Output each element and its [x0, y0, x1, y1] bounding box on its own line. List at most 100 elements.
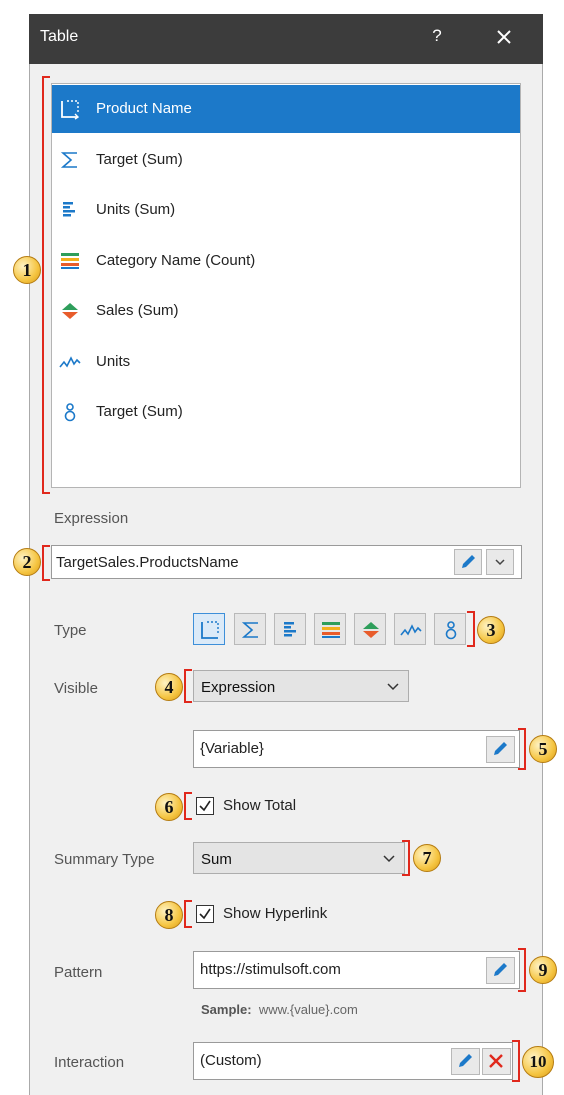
columns-list[interactable]: Product Name Target (Sum) Units (Sum) Ca…	[51, 83, 521, 488]
checkbox-box[interactable]	[196, 797, 214, 815]
summary-type-select[interactable]: Sum	[193, 842, 405, 874]
edit-expression-button[interactable]	[454, 549, 482, 575]
annotation-badge-10: 10	[522, 1046, 554, 1078]
bars-icon	[63, 202, 75, 217]
show-hyperlink-label: Show Hyperlink	[223, 905, 328, 922]
list-item-target-sum[interactable]: Target (Sum)	[52, 136, 520, 184]
annotation-badge-5: 5	[529, 735, 557, 763]
annotation-badge-9: 9	[529, 956, 557, 984]
close-icon	[497, 30, 511, 44]
annotation-bracket-4	[184, 669, 192, 703]
dimension-icon	[61, 100, 80, 120]
type-bars-button[interactable]	[274, 613, 306, 645]
annotation-bracket-5	[518, 728, 526, 770]
annotation-bracket-6	[184, 792, 192, 820]
bars-icon	[284, 622, 296, 637]
type-label: Type	[54, 622, 87, 639]
pattern-input[interactable]: https://stimulsoft.com	[193, 951, 520, 989]
sum-icon	[60, 152, 77, 168]
sample-label: Sample:	[201, 1002, 252, 1017]
pencil-icon	[459, 1054, 472, 1067]
bullet-icon	[445, 621, 457, 640]
list-item-units-sum[interactable]: Units (Sum)	[52, 186, 520, 234]
edit-interaction-button[interactable]	[451, 1048, 480, 1075]
sparkline-icon	[59, 356, 81, 368]
pencil-icon	[462, 555, 475, 568]
type-color-bars-button[interactable]	[314, 613, 346, 645]
list-item-label: Target (Sum)	[96, 151, 183, 168]
title-bar: Table ?	[29, 14, 543, 64]
clear-interaction-button[interactable]	[482, 1048, 511, 1075]
annotation-bracket-9	[518, 948, 526, 992]
visible-select[interactable]: Expression	[193, 670, 409, 702]
pencil-icon	[494, 742, 507, 755]
up-down-arrows-icon	[62, 303, 78, 319]
annotation-bracket-7	[402, 840, 410, 876]
list-item-sales-sum[interactable]: Sales (Sum)	[52, 287, 520, 335]
pattern-value: https://stimulsoft.com	[200, 961, 341, 978]
visible-selected-value: Expression	[201, 679, 276, 696]
annotation-badge-7: 7	[413, 844, 441, 872]
show-hyperlink-checkbox[interactable]: Show Hyperlink	[196, 905, 356, 925]
edit-pattern-button[interactable]	[486, 957, 515, 984]
type-sum-button[interactable]	[234, 613, 266, 645]
interaction-input[interactable]: (Custom)	[193, 1042, 513, 1080]
sample-value: www.{value}.com	[258, 1002, 358, 1017]
chevron-down-icon	[387, 683, 399, 691]
sparkline-icon	[400, 624, 422, 636]
list-item-target-sum-2[interactable]: Target (Sum)	[52, 388, 520, 436]
checkbox-box[interactable]	[196, 905, 214, 923]
pencil-icon	[494, 963, 507, 976]
pattern-sample: Sample: www.{value}.com	[201, 1002, 358, 1017]
expression-value: TargetSales.ProductsName	[56, 554, 239, 571]
visible-variable-value: {Variable}	[200, 740, 264, 757]
annotation-badge-3: 3	[477, 616, 505, 644]
annotation-bracket-1	[42, 76, 50, 494]
chevron-down-icon	[383, 855, 395, 863]
window-title: Table	[40, 28, 79, 45]
interaction-value: (Custom)	[200, 1052, 262, 1069]
checkmark-icon	[199, 908, 211, 920]
type-dimension-button[interactable]	[193, 613, 225, 645]
list-item-label: Product Name	[96, 100, 192, 117]
list-item-product-name[interactable]: Product Name	[52, 85, 520, 133]
expression-dropdown-button[interactable]	[486, 549, 514, 575]
summary-type-selected-value: Sum	[201, 851, 232, 868]
annotation-badge-8: 8	[155, 901, 183, 929]
annotation-bracket-8	[184, 900, 192, 928]
bullet-icon	[64, 403, 76, 422]
list-item-label: Units (Sum)	[96, 201, 176, 218]
dimension-icon	[201, 621, 219, 639]
type-bullet-button[interactable]	[434, 613, 466, 645]
list-item-label: Category Name (Count)	[96, 252, 256, 269]
up-down-arrows-icon	[363, 622, 379, 638]
list-item-label: Units	[96, 353, 131, 370]
annotation-badge-2: 2	[13, 548, 41, 576]
color-bars-icon	[322, 622, 340, 638]
type-indicator-button[interactable]	[354, 613, 386, 645]
checkmark-icon	[199, 800, 211, 812]
annotation-bracket-2	[42, 545, 50, 581]
delete-x-icon	[489, 1054, 503, 1068]
color-bars-icon	[61, 253, 79, 269]
list-item-units[interactable]: Units	[52, 338, 520, 386]
annotation-badge-1: 1	[13, 256, 41, 284]
help-button[interactable]: ?	[427, 26, 447, 50]
visible-variable-input[interactable]: {Variable}	[193, 730, 520, 768]
list-item-label: Sales (Sum)	[96, 302, 179, 319]
show-total-checkbox[interactable]: Show Total	[196, 797, 326, 817]
close-button[interactable]	[489, 22, 519, 52]
summary-type-label: Summary Type	[54, 851, 155, 868]
show-total-label: Show Total	[223, 797, 297, 814]
annotation-bracket-3	[467, 611, 475, 647]
annotation-bracket-10	[512, 1040, 520, 1082]
chevron-down-icon	[495, 559, 505, 566]
type-sparkline-button[interactable]	[394, 613, 426, 645]
expression-input[interactable]: TargetSales.ProductsName	[51, 545, 522, 579]
annotation-badge-6: 6	[155, 793, 183, 821]
expression-label: Expression	[54, 510, 129, 527]
list-item-category-name-count[interactable]: Category Name (Count)	[52, 237, 520, 285]
edit-visible-expression-button[interactable]	[486, 736, 515, 763]
pattern-label: Pattern	[54, 964, 103, 981]
sum-icon	[241, 622, 258, 638]
